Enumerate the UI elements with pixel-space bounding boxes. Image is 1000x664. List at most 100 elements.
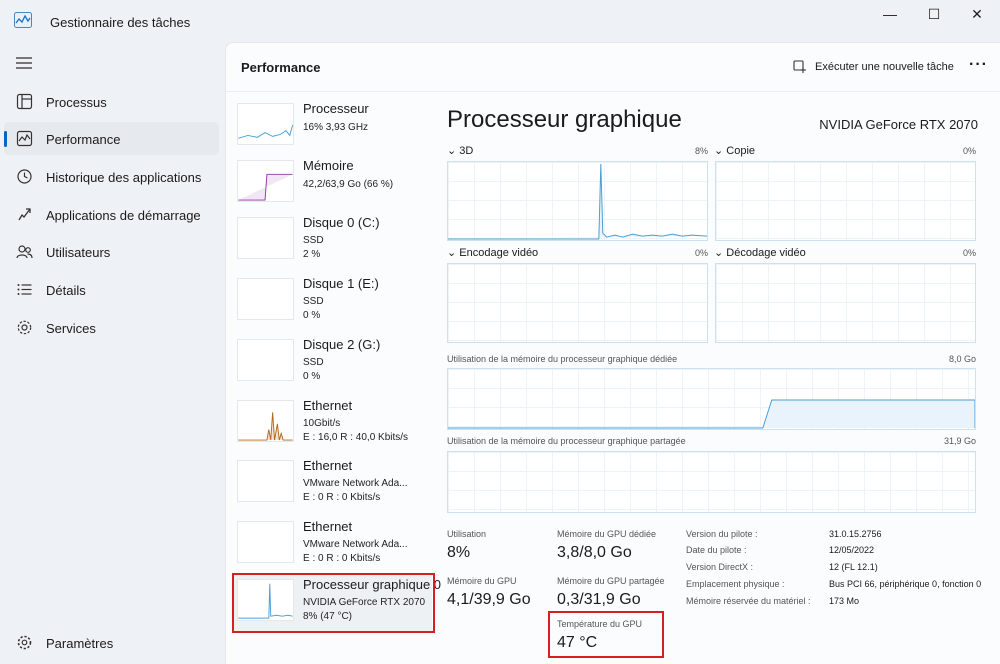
services-icon (17, 320, 32, 335)
sidebar: Processus Performance Historique des app… (0, 40, 224, 664)
engine-encode-percent: 0% (694, 248, 708, 258)
engine-label: Encodage vidéo (459, 247, 539, 259)
page-title: Performance (241, 60, 321, 75)
engine-encode-graph (447, 263, 708, 343)
close-button[interactable]: ✕ (962, 6, 992, 22)
gpu-title: Processeur graphique (447, 106, 682, 133)
run-new-task-button[interactable]: Exécuter une nouvelle tâche (793, 57, 954, 77)
resource-item-memory[interactable]: Mémoire 42,2/63,9 Go (66 %) (232, 156, 432, 214)
resource-detail: VMware Network Ada... (303, 539, 408, 550)
resource-usage: E : 0 R : 0 Kbits/s (303, 492, 381, 503)
engine-copy-selector[interactable]: ⌄ Copie (714, 144, 755, 157)
shared-gpu-memory-value: 0,3/31,9 Go (557, 591, 641, 608)
main-panel: Performance Exécuter une nouvelle tâche … (225, 42, 1000, 664)
resource-item-disk-0[interactable]: Disque 0 (C:) SSD 2 % (232, 213, 432, 271)
dedicated-memory-label: Utilisation de la mémoire du processeur … (447, 354, 678, 364)
resource-detail: SSD (303, 296, 324, 307)
sidebar-item-label: Applications de démarrage (46, 208, 201, 223)
new-task-icon (793, 60, 806, 73)
sidebar-item-label: Utilisateurs (46, 245, 111, 260)
ethernet2-thumbnail-graph (237, 460, 294, 502)
active-indicator (4, 131, 7, 147)
resource-detail: SSD (303, 235, 324, 246)
highlight-box-gpu-item (232, 573, 435, 633)
details-icon (17, 284, 32, 295)
engine-decode-percent: 0% (962, 248, 976, 258)
info-key: Date du pilote : (686, 545, 747, 555)
ethernet1-thumbnail-graph (237, 400, 294, 442)
processes-icon (16, 93, 33, 110)
resource-usage: E : 0 R : 0 Kbits/s (303, 553, 381, 564)
engine-label: Décodage vidéo (726, 247, 806, 259)
resource-name: Ethernet (303, 398, 353, 413)
engine-label: 3D (459, 145, 474, 157)
gpu-model: NVIDIA GeForce RTX 2070 (819, 117, 978, 132)
sidebar-item-label: Historique des applications (46, 170, 202, 185)
resource-detail: 10Gbit/s (303, 418, 341, 429)
window-title: Gestionnaire des tâches (50, 15, 191, 30)
resource-name: Ethernet (303, 458, 353, 473)
users-icon (16, 245, 33, 259)
shared-memory-graph (447, 451, 976, 513)
shared-memory-max: 31,9 Go (943, 436, 976, 446)
engine-encode-selector[interactable]: ⌄ Encodage vidéo (447, 246, 538, 259)
engine-label: Copie (726, 145, 756, 157)
sidebar-item-label: Détails (46, 283, 86, 298)
performance-icon (16, 130, 33, 147)
info-value: 173 Mo (829, 596, 860, 606)
sidebar-item-label: Performance (46, 132, 121, 147)
sidebar-item-settings[interactable]: Paramètres (4, 626, 219, 659)
engine-copy-graph (715, 161, 976, 241)
info-key: Emplacement physique : (686, 579, 785, 589)
maximize-button[interactable]: ☐ (919, 6, 949, 22)
resource-usage: 0 % (303, 371, 321, 382)
resource-detail: VMware Network Ada... (303, 478, 408, 489)
more-options-button[interactable]: ··· (969, 56, 988, 74)
hamburger-menu-icon[interactable] (15, 56, 33, 70)
sidebar-item-users[interactable]: Utilisateurs (4, 235, 219, 268)
info-key: Version DirectX : (686, 562, 754, 572)
run-new-task-label: Exécuter une nouvelle tâche (815, 61, 954, 73)
resource-detail: SSD (303, 357, 324, 368)
engine-copy-percent: 0% (962, 146, 976, 156)
info-value: 12 (FL 12.1) (829, 562, 878, 572)
dedicated-memory-max: 8,0 Go (948, 354, 976, 364)
utilisation-label: Utilisation (447, 529, 487, 539)
disk2-thumbnail-graph (237, 339, 294, 381)
resource-usage: E : 16,0 R : 40,0 Kbits/s (303, 432, 409, 443)
gear-icon (17, 635, 32, 650)
resource-usage: 2 % (303, 249, 321, 260)
minimize-button[interactable]: — (875, 6, 905, 22)
resource-item-cpu[interactable]: Processeur 16% 3,93 GHz (232, 99, 432, 157)
settings-label: Paramètres (46, 636, 114, 651)
sidebar-item-label: Processus (46, 95, 107, 110)
dedicated-gpu-memory-value: 3,8/8,0 Go (557, 544, 632, 561)
history-icon (17, 169, 32, 184)
sidebar-item-performance[interactable]: Performance (4, 122, 219, 155)
dedicated-gpu-memory-label: Mémoire du GPU dédiée (557, 529, 657, 539)
dedicated-memory-graph (447, 368, 976, 430)
sidebar-item-processes[interactable]: Processus (4, 85, 219, 118)
disk1-thumbnail-graph (237, 278, 294, 320)
resource-item-ethernet-3[interactable]: Ethernet VMware Network Ada... E : 0 R :… (232, 517, 432, 575)
info-key: Version du pilote : (686, 529, 758, 539)
engine-decode-graph (715, 263, 976, 343)
disk0-thumbnail-graph (237, 217, 294, 259)
info-value: 31.0.15.2756 (829, 529, 882, 539)
resource-item-ethernet-1[interactable]: Ethernet 10Gbit/s E : 16,0 R : 40,0 Kbit… (232, 396, 432, 454)
sidebar-item-startup[interactable]: Applications de démarrage (4, 198, 219, 231)
resource-item-disk-1[interactable]: Disque 1 (E:) SSD 0 % (232, 274, 432, 332)
sidebar-item-history[interactable]: Historique des applications (4, 160, 219, 193)
engine-decode-selector[interactable]: ⌄ Décodage vidéo (714, 246, 806, 259)
header-divider (226, 91, 1000, 92)
resource-name: Disque 1 (E:) (303, 276, 379, 291)
resource-item-ethernet-2[interactable]: Ethernet VMware Network Ada... E : 0 R :… (232, 456, 432, 514)
highlight-box-temperature (548, 611, 664, 658)
sidebar-item-details[interactable]: Détails (4, 273, 219, 306)
info-key: Mémoire réservée du matériel : (686, 596, 811, 606)
resource-item-disk-2[interactable]: Disque 2 (G:) SSD 0 % (232, 335, 432, 393)
sidebar-item-label: Services (46, 321, 96, 336)
sidebar-item-services[interactable]: Services (4, 311, 219, 344)
engine-3d-selector[interactable]: ⌄ 3D (447, 144, 473, 157)
resource-name: Ethernet (303, 519, 353, 534)
